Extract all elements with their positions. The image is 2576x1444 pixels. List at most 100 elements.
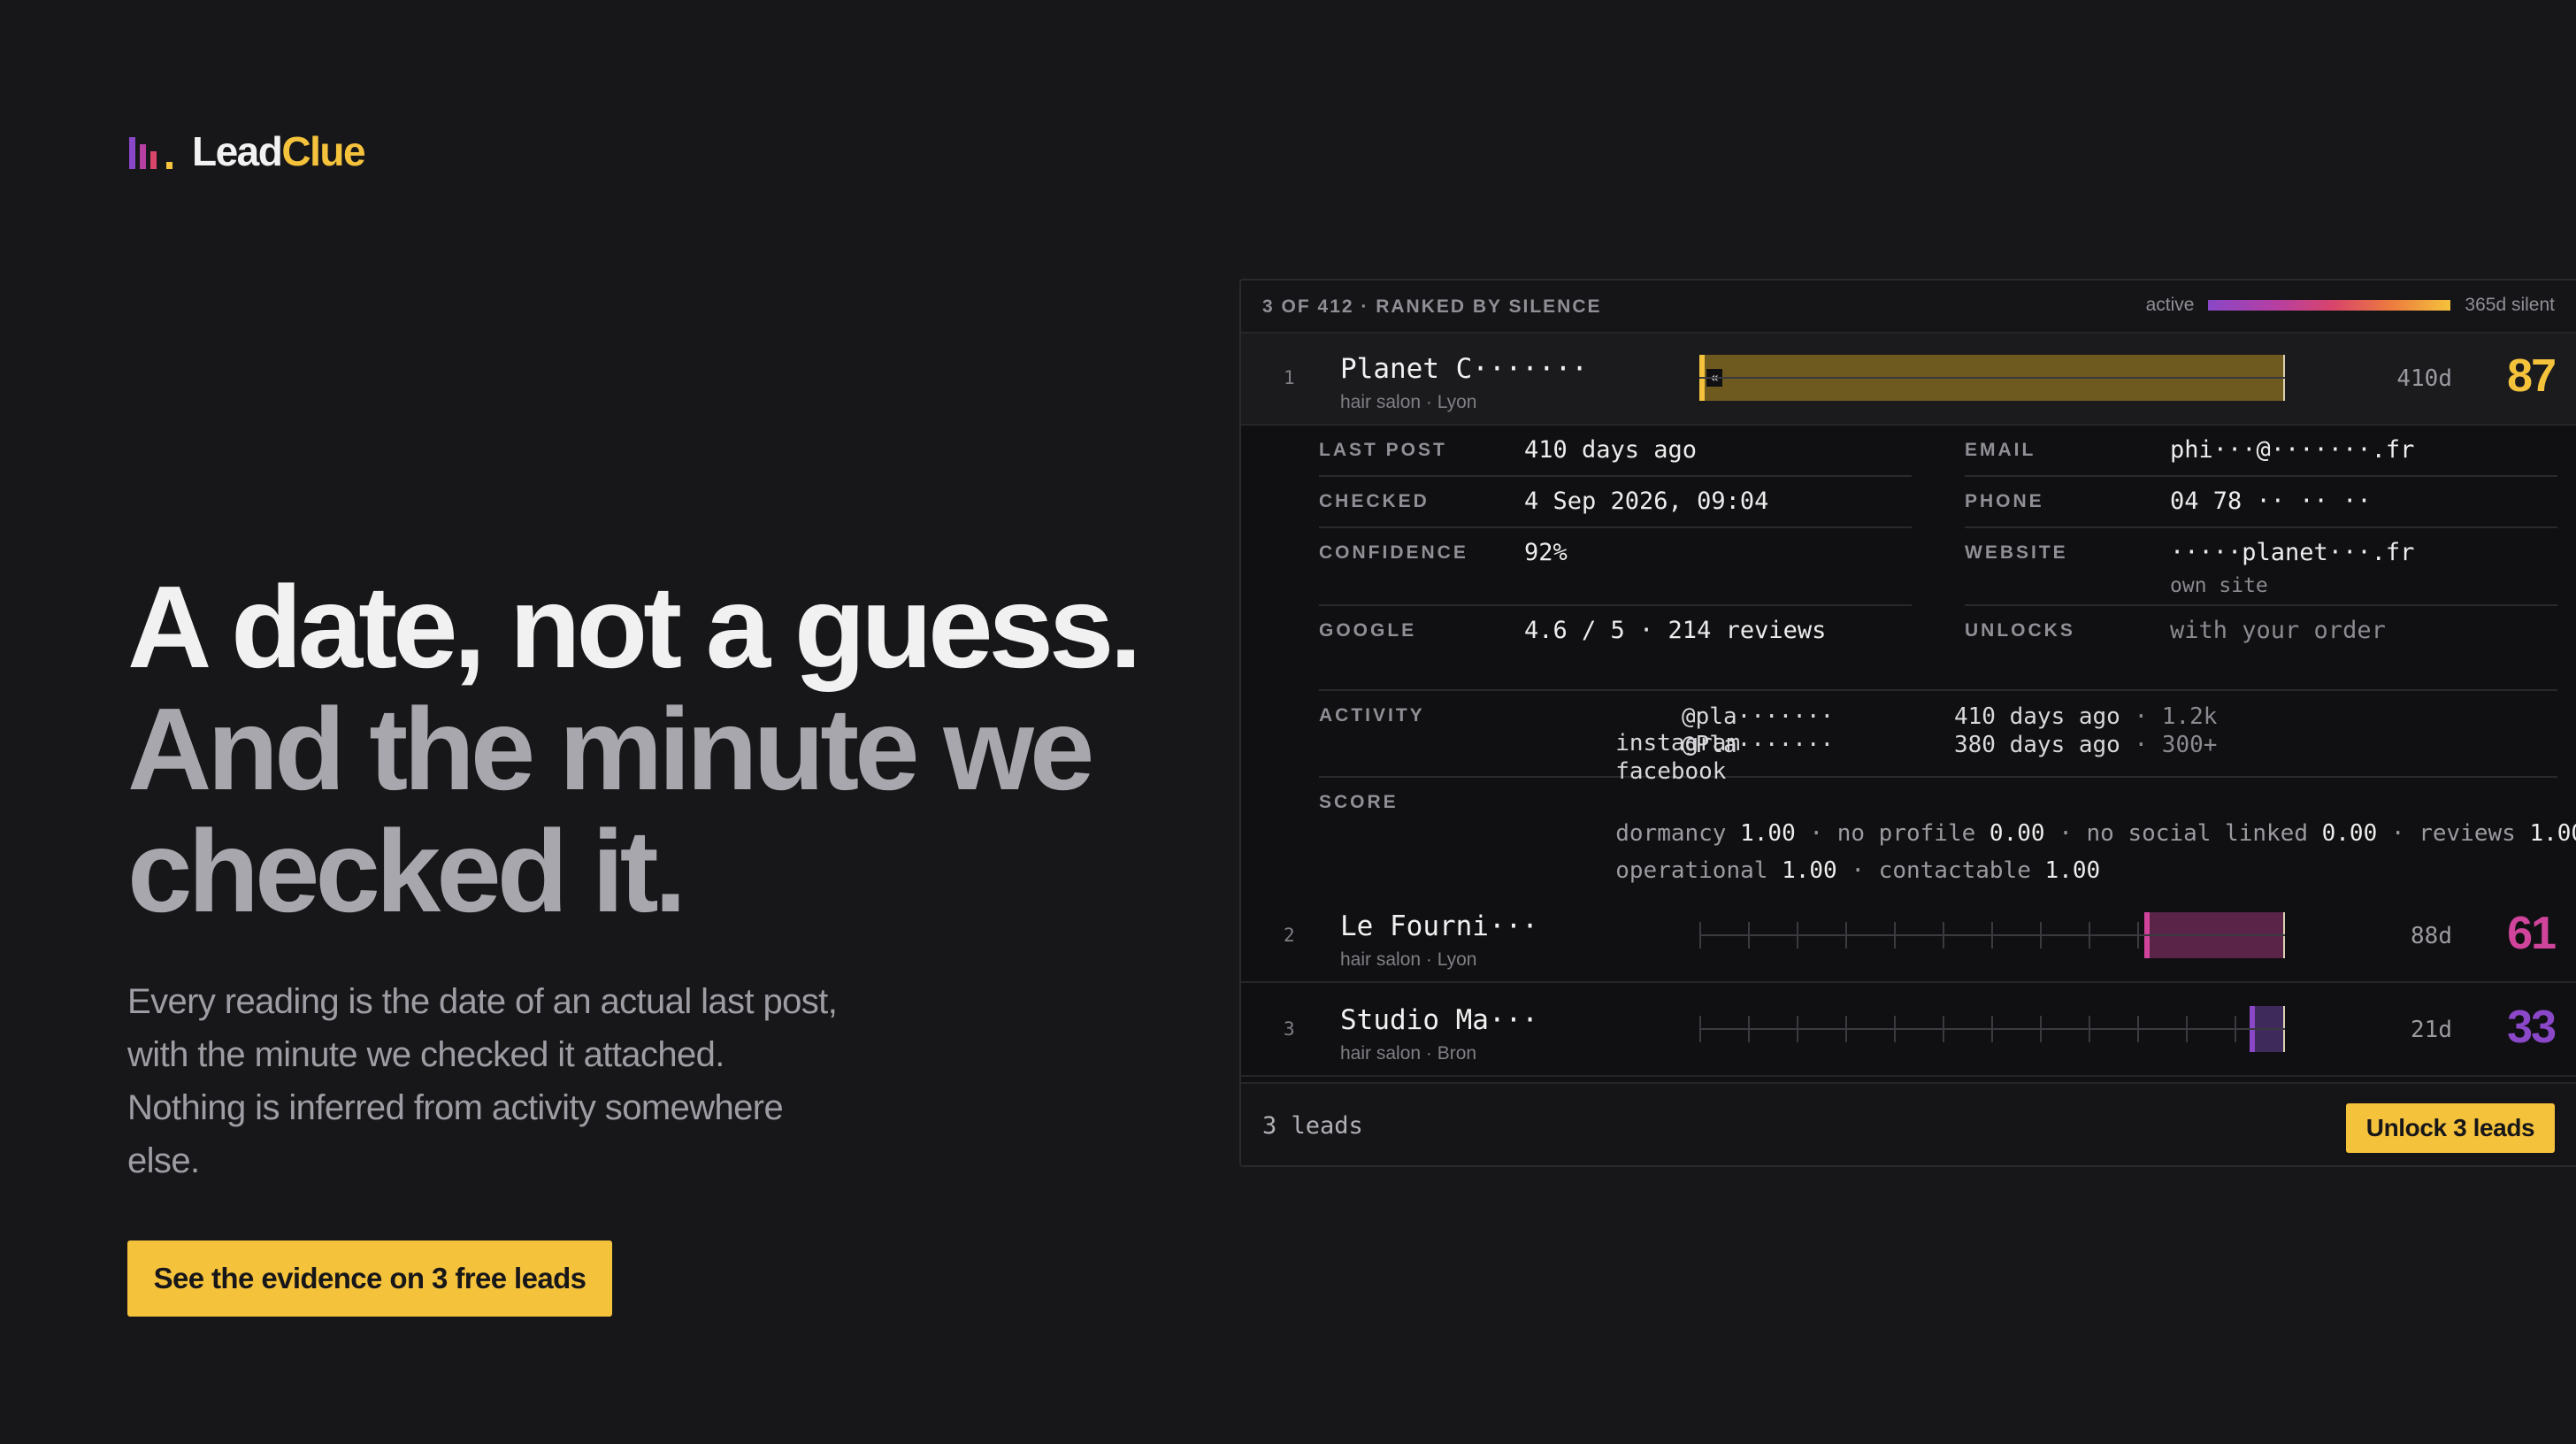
- silence-bar: «: [1699, 355, 2285, 401]
- silence-bar-end: [2283, 355, 2285, 401]
- lead-rank: 1: [1284, 367, 1295, 388]
- unlock-leads-button[interactable]: Unlock 3 leads: [2346, 1103, 2555, 1153]
- lead-days: 88d: [2411, 923, 2452, 949]
- lede-line: else.: [127, 1141, 200, 1180]
- detail-key: UNLOCKS: [1965, 620, 2075, 641]
- detail-google: GOOGLE 4.6 / 5 · 214 reviews: [1319, 606, 1912, 657]
- lead-row[interactable]: 3 Studio Ma··· hair salon · Bron 21d 33: [1241, 985, 2576, 1077]
- detail-phone: PHONE 04 78 ·· ·· ··: [1965, 477, 2557, 528]
- lead-subtitle: hair salon · Lyon: [1340, 392, 1477, 412]
- detail-value: ·····planet···.fr: [2170, 539, 2415, 566]
- detail-key: CONFIDENCE: [1319, 542, 1468, 563]
- see-evidence-button[interactable]: See the evidence on 3 free leads: [127, 1240, 612, 1317]
- silence-bar: [2250, 1006, 2285, 1052]
- lead-name: Studio Ma···: [1340, 1004, 1538, 1036]
- panel-footer: 3 leads Unlock 3 leads: [1241, 1082, 2576, 1165]
- detail-unlocks: UNLOCKS with your order: [1965, 606, 2557, 657]
- logo-bar: [150, 151, 157, 169]
- silence-bar-end: [2283, 912, 2285, 958]
- logo-bar: [166, 162, 172, 169]
- headline-line-1: A date, not a guess.: [127, 562, 1142, 692]
- activity-label: ACTIVITY: [1319, 705, 1425, 726]
- score-factor: reviews: [2419, 820, 2516, 847]
- legend-end: 365d silent: [2465, 295, 2555, 315]
- silence-bar-cap: [2144, 912, 2150, 958]
- hero-headline: A date, not a guess. And the minute we c…: [127, 562, 1142, 936]
- lead-row[interactable]: 1 Planet C······· hair salon · Lyon « 41…: [1241, 334, 2576, 426]
- silence-legend: active 365d silent: [2146, 295, 2555, 316]
- lead-score: 87: [2507, 350, 2557, 402]
- activity-count: · 300+: [2134, 732, 2218, 758]
- logo-bar: [140, 144, 146, 169]
- silence-track: [1699, 912, 2285, 958]
- hero-lede: Every reading is the date of an actual l…: [127, 975, 924, 1187]
- score-factor-value: 1.00: [2529, 820, 2576, 847]
- brand-name-part1: Lead: [192, 128, 283, 174]
- silence-bar-end: [2283, 1006, 2285, 1052]
- score-factor: contactable: [1878, 857, 2031, 884]
- overflow-arrow-icon: «: [1706, 369, 1722, 387]
- lede-line: Nothing is inferred from activity somewh…: [127, 1088, 784, 1127]
- logo-bar: [129, 137, 135, 169]
- lede-line: Every reading is the date of an actual l…: [127, 982, 838, 1021]
- silence-track: [1699, 1006, 2285, 1052]
- activity-when: 380 days ago: [1954, 732, 2120, 758]
- legend-gradient: [2208, 300, 2451, 311]
- score-breakdown: SCORE dormancy 1.00 · no profile 0.00 · …: [1319, 778, 2576, 884]
- activity-handle: @Pla·······: [1682, 732, 1835, 758]
- lead-subtitle: hair salon · Lyon: [1340, 949, 1477, 970]
- headline-line-2: And the minute we: [127, 684, 1094, 814]
- logo[interactable]: LeadClue: [129, 127, 366, 175]
- detail-key: GOOGLE: [1319, 620, 1417, 641]
- lead-name: Le Fourni···: [1340, 910, 1538, 942]
- detail-email: EMAIL phi···@·······.fr: [1965, 426, 2557, 477]
- score-factor: operational: [1615, 857, 1768, 884]
- detail-value: 410 days ago: [1524, 436, 1698, 464]
- brand-name: LeadClue: [192, 127, 366, 175]
- lead-name: Planet C·······: [1340, 353, 1588, 385]
- detail-key: EMAIL: [1965, 440, 2036, 460]
- activity-count: · 1.2k: [2134, 703, 2218, 730]
- score-factor: no social linked: [2086, 820, 2308, 847]
- legend-start: active: [2145, 295, 2195, 315]
- brand-name-part2: Clue: [281, 128, 365, 174]
- score-label: SCORE: [1319, 792, 1399, 812]
- silence-bar: [2144, 912, 2285, 958]
- bar-chart-icon: [129, 134, 172, 169]
- activity-section: ACTIVITY instagram @pla······· 410 days …: [1319, 689, 2557, 785]
- silence-bar-cap: [2250, 1006, 2255, 1052]
- lead-days: 410d: [2396, 365, 2452, 392]
- lead-row[interactable]: 2 Le Fourni··· hair salon · Lyon 88d 61: [1241, 891, 2576, 983]
- detail-confidence: CONFIDENCE 92%: [1319, 528, 1912, 606]
- lead-subtitle: hair salon · Bron: [1340, 1043, 1477, 1064]
- panel-title: 3 OF 412 · RANKED BY SILENCE: [1262, 296, 1602, 317]
- lead-rank: 2: [1284, 925, 1295, 946]
- detail-checked: CHECKED 4 Sep 2026, 09:04: [1319, 477, 1912, 528]
- score-factor-value: 1.00: [2044, 857, 2101, 884]
- detail-key: LAST POST: [1319, 440, 1447, 460]
- detail-value: 92%: [1524, 539, 1568, 566]
- detail-value: 4 Sep 2026, 09:04: [1524, 488, 1769, 515]
- headline-line-3: checked it.: [127, 806, 686, 936]
- detail-value: 04 78 ·· ·· ··: [2170, 488, 2372, 515]
- activity-handle: @pla·······: [1682, 703, 1835, 730]
- lead-days: 21d: [2411, 1017, 2452, 1043]
- detail-key: CHECKED: [1319, 491, 1430, 511]
- detail-value: with your order: [2170, 617, 2386, 644]
- leads-panel: 3 OF 412 · RANKED BY SILENCE active 365d…: [1239, 279, 2576, 1167]
- lead-score: 33: [2507, 1002, 2557, 1053]
- detail-key: PHONE: [1965, 491, 2044, 511]
- detail-note: own site: [2170, 574, 2268, 597]
- activity-when: 410 days ago: [1954, 703, 2120, 730]
- detail-key: WEBSITE: [1965, 542, 2068, 563]
- score-factor-value: 1.00: [1782, 857, 1837, 884]
- silence-track: «: [1699, 355, 2285, 401]
- lead-rank: 3: [1284, 1018, 1295, 1040]
- silence-bar-cap: [1699, 355, 1705, 401]
- lede-line: with the minute we checked it attached.: [127, 1035, 724, 1074]
- detail-value: 4.6 / 5 · 214 reviews: [1524, 617, 1827, 644]
- detail-website: WEBSITE ·····planet···.fr own site: [1965, 528, 2557, 606]
- detail-value: phi···@·······.fr: [2170, 436, 2415, 464]
- lead-score: 61: [2507, 908, 2557, 959]
- leads-count: 3 leads: [1262, 1112, 1363, 1140]
